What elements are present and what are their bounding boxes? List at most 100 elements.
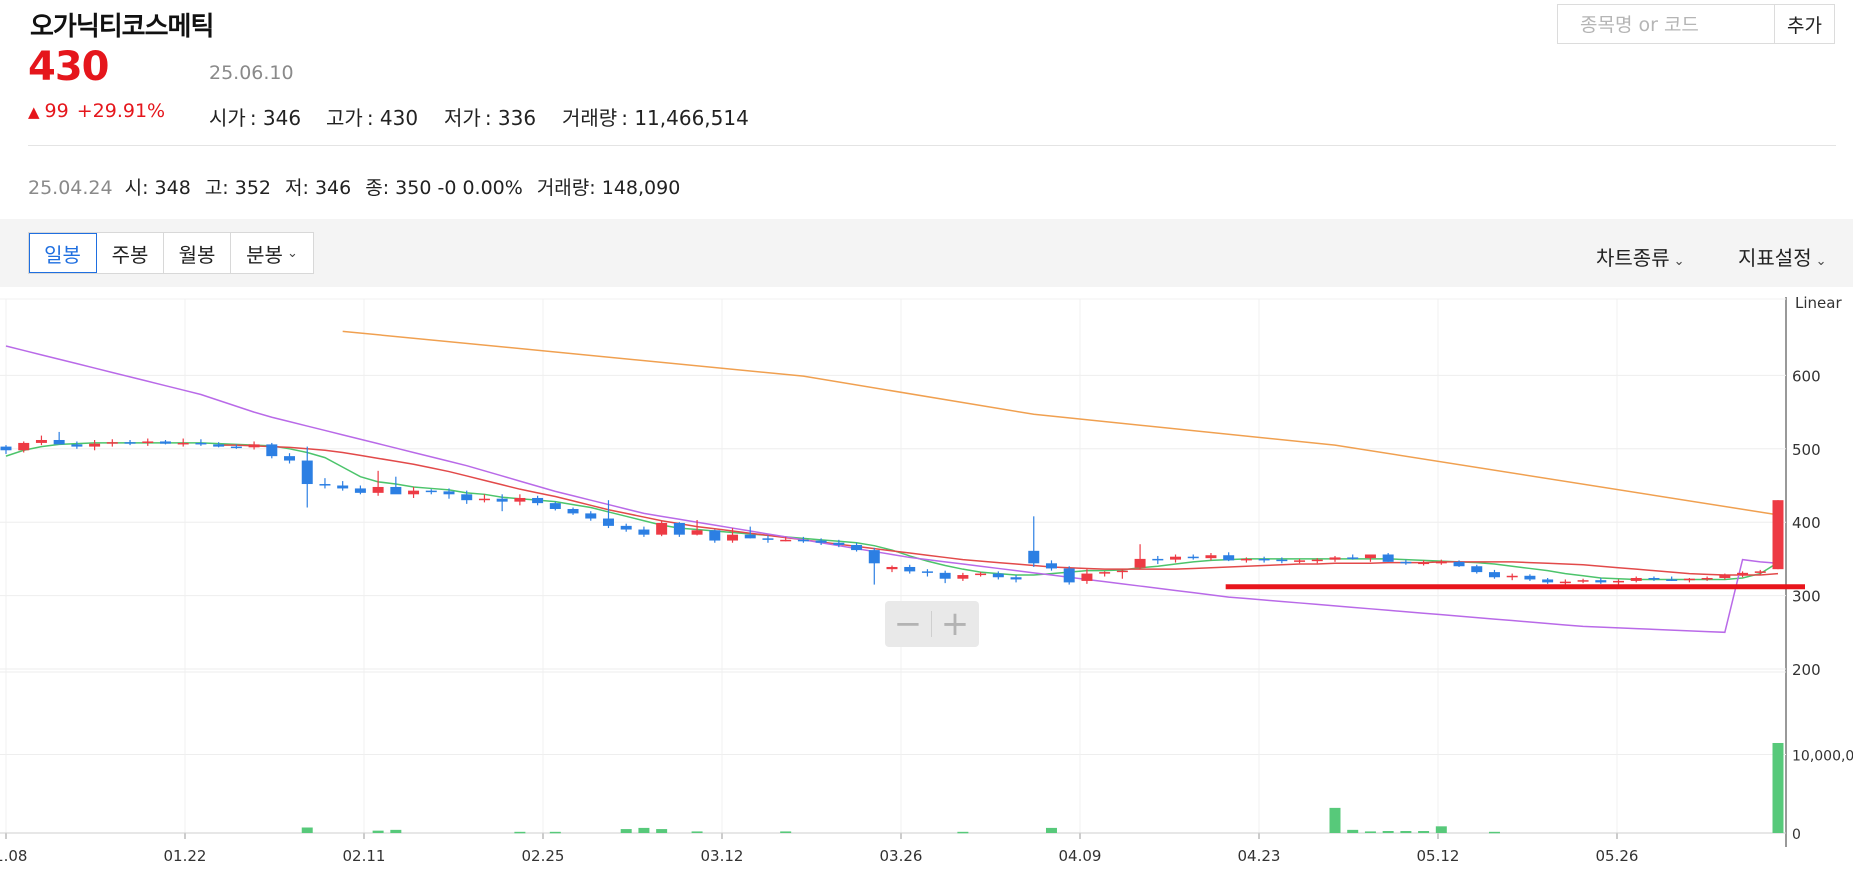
chevron-down-icon: ⌄: [1815, 254, 1827, 269]
stock-chart[interactable]: Linear 200 300 400 500 600 0 10,000,000 01.08 01…: [0, 287, 1853, 879]
candle-body: [1648, 577, 1660, 580]
candle-body: [691, 530, 703, 535]
candle-body: [248, 444, 260, 448]
candle-body: [177, 442, 189, 445]
candle-body: [1045, 563, 1057, 569]
candle-body: [230, 446, 242, 449]
candle-body: [1258, 558, 1270, 561]
y-tick-label: 600: [1792, 367, 1821, 385]
chart-type-dropdown[interactable]: 차트종류 ⌄: [1596, 242, 1685, 271]
ma-line: [5, 442, 1779, 581]
candle-body: [585, 513, 597, 519]
candle-body: [1630, 577, 1642, 581]
volume-bar: [514, 831, 526, 834]
hover-open-label: 시: [124, 177, 143, 199]
tab-daily[interactable]: 일봉: [29, 233, 97, 273]
x-tick-label: 04.23: [1238, 847, 1281, 865]
hover-low-value: 346: [314, 177, 352, 199]
volume-bar: [620, 829, 632, 833]
candle-body: [461, 494, 473, 501]
candle-body: [709, 530, 721, 541]
hover-high: 고: 352: [204, 177, 272, 199]
candle-body: [1772, 500, 1784, 570]
tab-minute[interactable]: 분봉 ⌄: [231, 233, 313, 273]
add-button[interactable]: 추가: [1774, 4, 1835, 44]
candle-body: [35, 439, 47, 443]
candle-body: [549, 503, 561, 509]
period-tabs: 일봉 주봉 월봉 분봉 ⌄: [28, 232, 314, 274]
candle-body: [656, 522, 668, 535]
candle-body: [797, 539, 809, 542]
candle-body: [975, 573, 987, 576]
candle-body: [1613, 580, 1625, 583]
low-label: 저가: [444, 106, 481, 130]
candle-body: [1294, 560, 1306, 562]
volume-bar: [1382, 831, 1394, 833]
hover-close: 종: 350 -0 0.00%: [365, 177, 523, 199]
zoom-in-button[interactable]: +: [932, 601, 978, 647]
candle-body: [1187, 556, 1199, 559]
hover-info: 25.04.24 시: 348 고: 352 저: 346 종: 350 -0 0.00…: [28, 173, 694, 200]
indicator-settings-label: 지표설정: [1738, 246, 1812, 270]
price-change: ▲ 99 +29.91%: [28, 100, 165, 122]
hover-volume-label: 거래량: [536, 177, 590, 199]
tab-weekly[interactable]: 주봉: [97, 233, 164, 273]
candle-body: [1311, 559, 1323, 562]
y-tick-label: 300: [1792, 588, 1821, 606]
volume-bar: [1329, 807, 1341, 833]
candle-body: [514, 497, 526, 502]
zoom-out-button[interactable]: −: [885, 601, 931, 647]
x-tick-label: 03.12: [701, 847, 744, 865]
candle-body: [1471, 566, 1483, 573]
candle-body: [390, 486, 402, 495]
volume-bar: [1488, 831, 1500, 834]
candle-body: [1240, 558, 1252, 561]
volume-value: 11,466,514: [634, 106, 749, 130]
candle-body: [1506, 575, 1518, 578]
candle-body: [1382, 554, 1394, 562]
hover-change: -0: [437, 177, 457, 199]
candle-body: [833, 542, 845, 545]
quote-date: 25.06.10: [209, 62, 294, 84]
tab-monthly[interactable]: 월봉: [164, 233, 231, 273]
volume-bar: [1045, 827, 1057, 833]
hover-volume: 거래량: 148,090: [536, 177, 681, 199]
candle-body: [638, 529, 650, 535]
tab-minute-label: 분봉: [246, 242, 283, 267]
candle-body: [213, 444, 225, 447]
candle-body: [1488, 572, 1500, 578]
candle-body: [425, 490, 437, 493]
volume-bar: [549, 831, 561, 834]
volume-label: 거래량: [562, 106, 618, 130]
candle-body: [762, 538, 774, 540]
x-tick-label: 01.22: [164, 847, 207, 865]
volume-bar: [638, 827, 650, 833]
candle-body: [354, 488, 366, 493]
candle-body: [337, 485, 349, 489]
candle-body: [1099, 572, 1111, 574]
candle-body: [532, 497, 544, 504]
hover-close-label: 종: [365, 177, 383, 199]
candle-body: [372, 486, 384, 493]
candle-body: [1524, 575, 1536, 580]
x-tick-label: 02.11: [343, 847, 386, 865]
indicator-settings-dropdown[interactable]: 지표설정 ⌄: [1738, 242, 1827, 271]
volume-bar: [1418, 831, 1430, 833]
header-divider: [28, 145, 1836, 146]
candle-body: [1170, 556, 1182, 560]
candle-body: [195, 442, 207, 445]
volume-bar: [1772, 742, 1784, 833]
current-price: 430: [28, 44, 109, 90]
candle-body: [0, 446, 12, 451]
hover-volume-value: 148,090: [601, 177, 681, 199]
hover-open-value: 348: [154, 177, 191, 199]
candle-body: [567, 508, 579, 514]
volume: 거래량: 11,466,514: [562, 106, 749, 130]
chevron-down-icon: ⌄: [1673, 254, 1685, 269]
candle-body: [620, 525, 632, 530]
zoom-control: − +: [885, 601, 979, 647]
candle-body: [408, 490, 420, 495]
ma-line-long: [342, 330, 1779, 516]
volume-bar: [1435, 826, 1447, 833]
search-input[interactable]: [1578, 6, 1772, 44]
